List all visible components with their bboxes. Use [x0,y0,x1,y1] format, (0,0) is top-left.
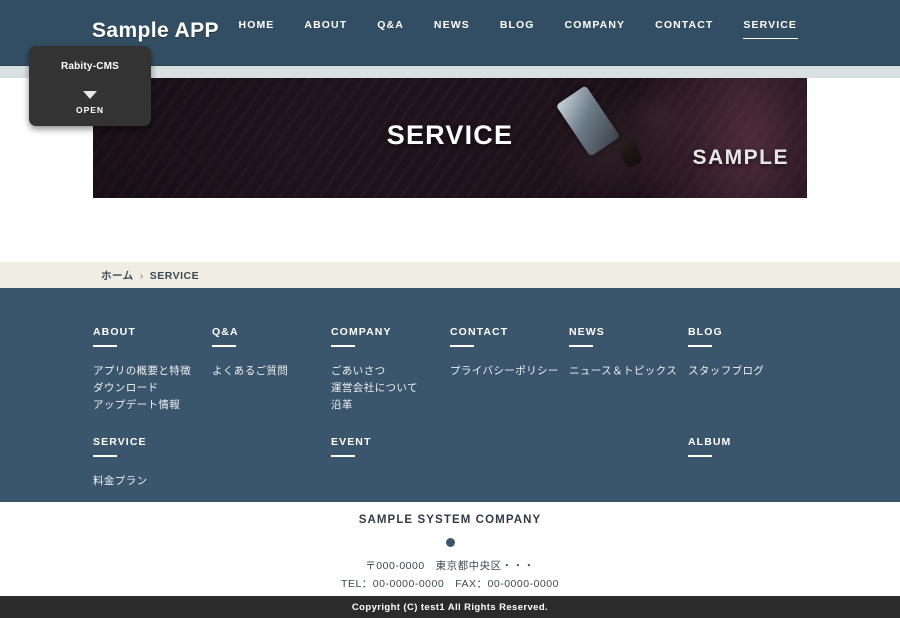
sitemap-column-contact: CONTACT プライバシーポリシー [450,322,569,414]
footer-sitemap: ABOUT アプリの概要と特徴 ダウンロード アップデート情報 Q&A よくある… [0,288,900,502]
sitemap-link[interactable]: プライバシーポリシー [450,363,569,380]
sitemap-title-contact[interactable]: CONTACT [450,326,508,345]
sitemap-link[interactable]: 運営会社について [331,380,450,397]
sitemap-link[interactable]: ニュース＆トピックス [569,363,688,380]
cms-open-label: OPEN [75,105,105,115]
hero-subtitle: SAMPLE [692,146,789,169]
sitemap-link[interactable]: 沿革 [331,397,450,414]
title-underline [331,455,355,457]
nav-item-contact[interactable]: CONTACT [640,18,728,32]
triangle-down-icon [83,91,97,99]
sitemap-title-about[interactable]: ABOUT [93,326,136,345]
sitemap-column-news: NEWS ニュース＆トピックス [569,322,688,414]
main-navigation: HOME ABOUT Q&A NEWS BLOG COMPANY CONTACT… [224,18,812,39]
breadcrumb-current: SERVICE [149,269,200,282]
title-underline [450,345,474,347]
breadcrumb: ホーム › SERVICE [101,268,199,283]
sitemap-link[interactable]: ダウンロード [93,380,212,397]
sitemap-grid: ABOUT アプリの概要と特徴 ダウンロード アップデート情報 Q&A よくある… [93,322,807,490]
sitemap-column-blog: BLOG スタッフブログ [688,322,807,414]
sitemap-link[interactable]: アプリの概要と特徴 [93,363,212,380]
title-underline [212,345,236,347]
title-underline [569,345,593,347]
sitemap-link[interactable]: アップデート情報 [93,397,212,414]
nav-item-news[interactable]: NEWS [419,18,485,32]
title-underline [93,455,117,457]
sitemap-column-qa: Q&A よくあるご質問 [212,322,331,414]
copyright-text: Copyright (C) test1 All Rights Reserved. [351,601,549,613]
cms-panel-title: Rabity-CMS [60,61,120,72]
breadcrumb-home[interactable]: ホーム [101,268,134,283]
sitemap-title-album[interactable]: ALBUM [688,436,731,455]
sitemap-column-service: SERVICE 料金プラン [93,432,212,490]
sitemap-link[interactable]: よくあるご質問 [212,363,331,380]
company-contact: TEL：00-0000-0000 FAX：00-0000-0000 [341,578,559,590]
sitemap-link[interactable]: ごあいさつ [331,363,450,380]
sitemap-link[interactable]: 料金プラン [93,473,212,490]
sitemap-title-service[interactable]: SERVICE [93,436,147,455]
title-underline [93,345,117,347]
sitemap-column-about: ABOUT アプリの概要と特徴 ダウンロード アップデート情報 [93,322,212,414]
nav-item-home[interactable]: HOME [224,18,290,32]
sitemap-title-company[interactable]: COMPANY [331,326,392,345]
chevron-right-icon: › [139,269,144,282]
sitemap-column-company: COMPANY ごあいさつ 運営会社について 沿革 [331,322,450,414]
cms-open-panel[interactable]: Rabity-CMS OPEN [29,46,151,126]
site-logo[interactable]: Sample APP [92,19,219,43]
title-underline [331,345,355,347]
copyright-bar: Copyright (C) test1 All Rights Reserved. [0,596,900,618]
nav-item-about[interactable]: ABOUT [289,18,362,32]
company-info: SAMPLE SYSTEM COMPANY 〒000-0000 東京都中央区・・… [0,502,900,594]
hero-banner: SERVICE SAMPLE [93,78,807,198]
dot-separator-icon [445,538,455,547]
nav-item-blog[interactable]: BLOG [485,18,550,32]
company-address: 〒000-0000 東京都中央区・・・ [365,560,535,572]
nav-item-service[interactable]: SERVICE [728,18,812,39]
breadcrumb-band: ホーム › SERVICE [0,262,900,288]
title-underline [688,455,712,457]
page-root: Sample APP HOME ABOUT Q&A NEWS BLOG COMP… [0,0,900,618]
sitemap-title-event[interactable]: EVENT [331,436,372,455]
sitemap-column-album: ALBUM [688,432,807,490]
sitemap-column-spacer-1 [212,432,331,490]
sitemap-title-qa[interactable]: Q&A [212,326,239,345]
sitemap-link[interactable]: スタッフブログ [688,363,807,380]
nav-item-qa[interactable]: Q&A [362,18,419,32]
nav-item-company[interactable]: COMPANY [550,18,641,32]
company-name: SAMPLE SYSTEM COMPANY [358,514,542,526]
title-underline [688,345,712,347]
sitemap-column-spacer-2 [450,432,569,490]
sitemap-title-news[interactable]: NEWS [569,326,605,345]
sitemap-column-event: EVENT [331,432,450,490]
sitemap-column-spacer-3 [569,432,688,490]
sitemap-title-blog[interactable]: BLOG [688,326,723,345]
